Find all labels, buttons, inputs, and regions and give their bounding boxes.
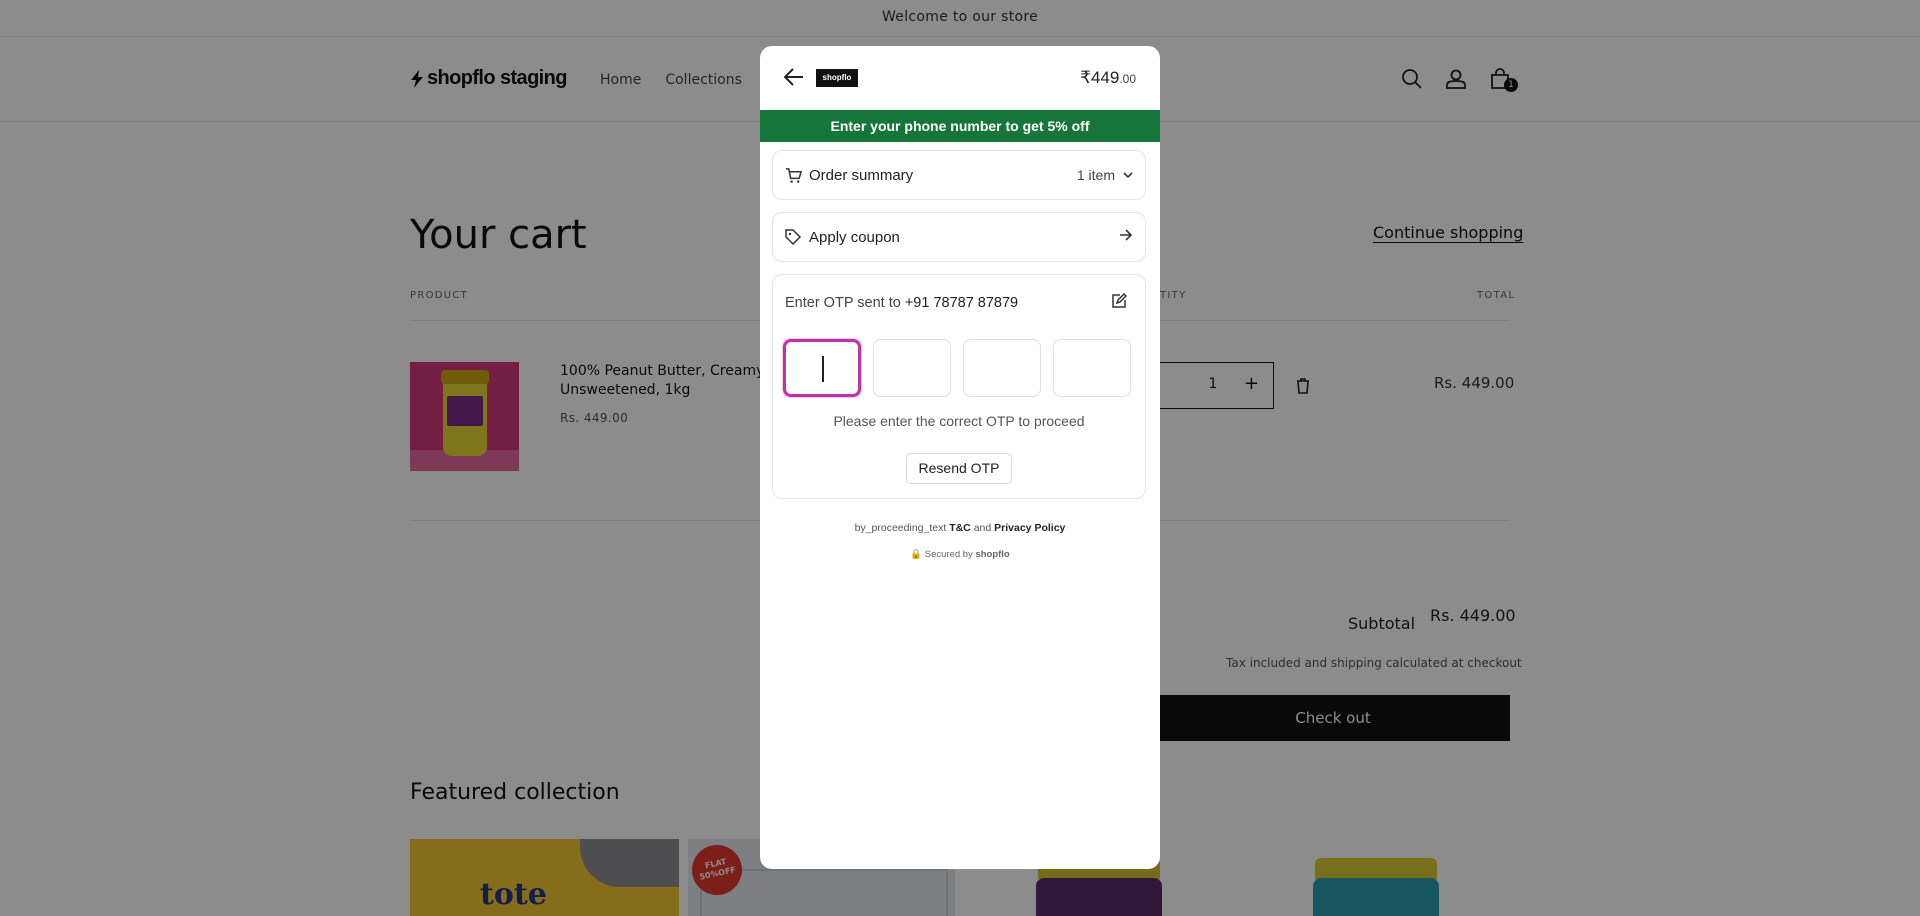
apply-coupon-label: Apply coupon (809, 229, 900, 246)
otp-digit-1[interactable] (783, 339, 861, 397)
privacy-policy-link[interactable]: Privacy Policy (994, 522, 1065, 534)
lock-icon: 🔒 (910, 549, 923, 560)
order-summary-label: Order summary (809, 167, 914, 184)
order-summary-count: 1 item (1077, 167, 1133, 183)
back-arrow-icon[interactable] (784, 68, 804, 86)
legal-text: by_proceeding_text T&C and Privacy Polic… (854, 522, 1066, 534)
cart-icon (785, 168, 802, 183)
otp-instruction: Enter OTP sent to +91 78787 87879 (785, 295, 1019, 311)
order-total-decimal: .00 (1119, 72, 1136, 86)
terms-link[interactable]: T&C (949, 522, 971, 534)
otp-digit-2[interactable] (873, 339, 951, 397)
shopflo-logo: shopflo (816, 69, 858, 87)
checkout-modal: shopflo ₹449.00 Enter your phone number … (760, 46, 1160, 869)
tag-icon (785, 229, 801, 245)
order-total: ₹449.00 (1080, 68, 1136, 88)
arrow-right-icon (1120, 229, 1133, 241)
modal-header: shopflo ₹449.00 (760, 46, 1160, 110)
otp-section: Enter OTP sent to +91 78787 87879 Please… (772, 274, 1146, 499)
secured-brand: shopflo (975, 549, 1010, 560)
edit-icon[interactable] (1111, 293, 1127, 309)
apply-coupon-row[interactable]: Apply coupon (772, 212, 1146, 262)
chevron-down-icon (1123, 171, 1133, 178)
order-total-main: ₹449 (1080, 68, 1120, 87)
order-summary-row[interactable]: Order summary 1 item (772, 150, 1146, 200)
otp-digit-3[interactable] (963, 339, 1041, 397)
resend-otp-button[interactable]: Resend OTP (906, 453, 1012, 484)
otp-digit-4[interactable] (1053, 339, 1131, 397)
otp-error-message: Please enter the correct OTP to proceed (833, 413, 1085, 429)
otp-phone-number: +91 78787 87879 (904, 295, 1019, 311)
discount-banner: Enter your phone number to get 5% off (760, 110, 1160, 142)
secured-by: 🔒 Secured by shopflo (910, 549, 1010, 560)
